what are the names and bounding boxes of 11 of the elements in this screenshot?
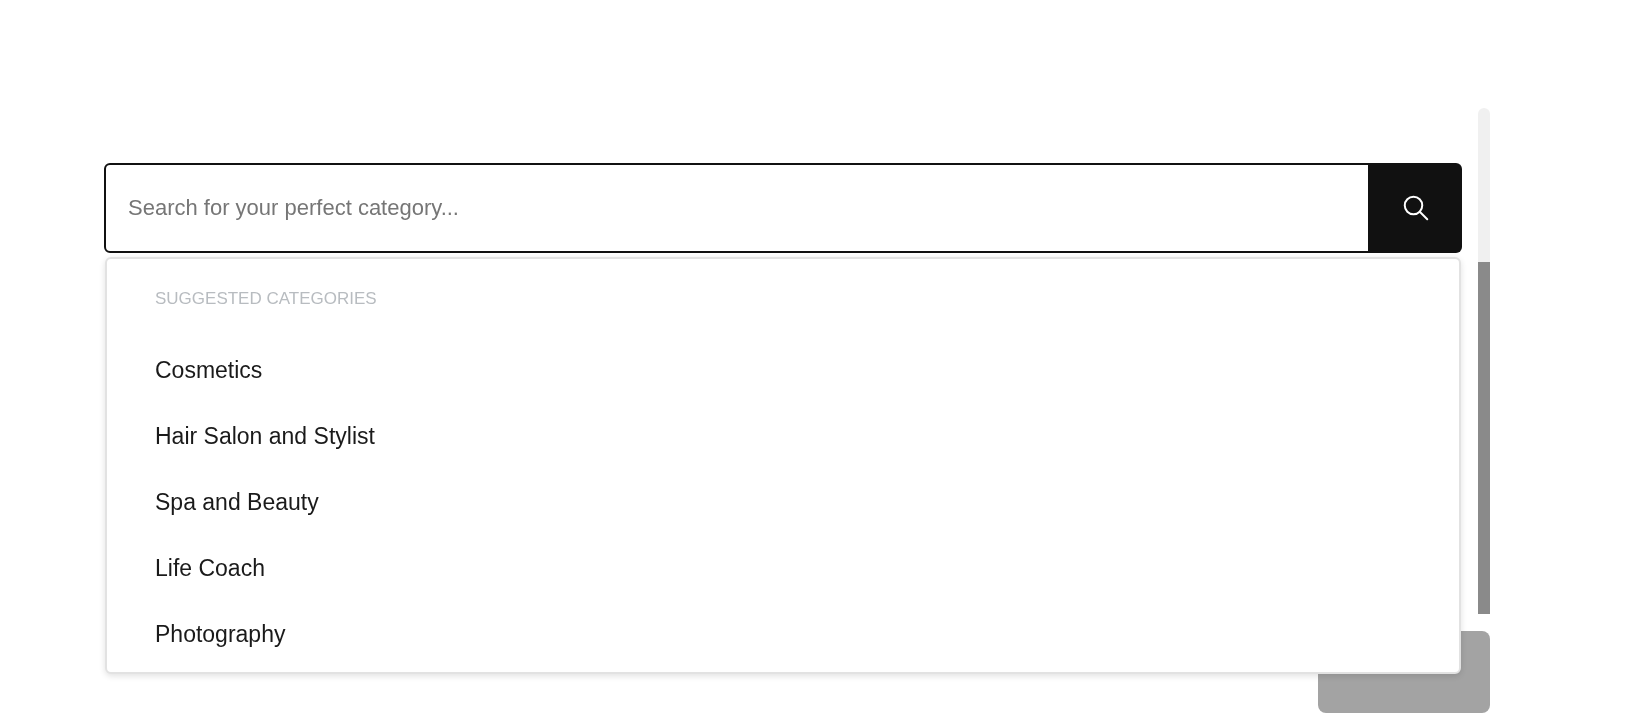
suggestions-heading: SUGGESTED CATEGORIES — [155, 288, 377, 310]
category-option[interactable]: Life Coach — [155, 535, 265, 601]
category-option[interactable]: Hair Salon and Stylist — [155, 403, 375, 469]
search-button[interactable] — [1370, 163, 1462, 253]
search-field[interactable]: Search for your perfect category... — [104, 163, 1370, 253]
category-option[interactable]: Cosmetics — [155, 337, 263, 403]
category-option[interactable]: Spa and Beauty — [155, 469, 319, 535]
scrollbar-thumb[interactable] — [1478, 262, 1490, 614]
scrollbar[interactable] — [1478, 108, 1490, 614]
category-option[interactable]: Photography — [155, 601, 286, 667]
search-icon — [1401, 193, 1431, 223]
